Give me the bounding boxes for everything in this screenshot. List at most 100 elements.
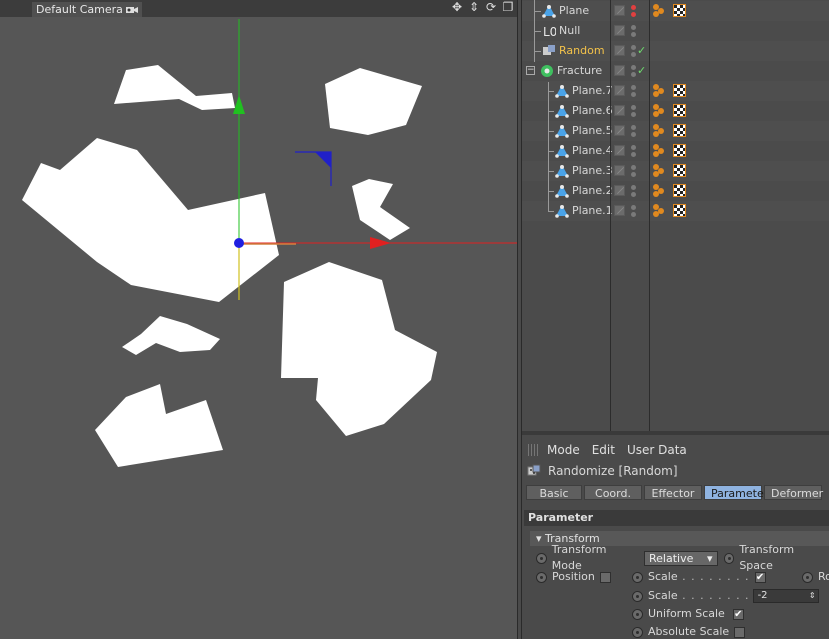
object-row[interactable]: Plane.1 bbox=[522, 201, 829, 221]
tab-deformer[interactable]: Deformer bbox=[764, 485, 823, 500]
viewport[interactable] bbox=[0, 17, 517, 639]
visibility-render-dot[interactable] bbox=[631, 52, 636, 57]
object-row[interactable]: Plane.2 bbox=[522, 181, 829, 201]
object-name[interactable]: Plane.3 bbox=[572, 161, 613, 181]
stepper-arrows-icon[interactable]: ⇕ bbox=[809, 590, 816, 602]
texture-tag-icon[interactable] bbox=[673, 104, 686, 117]
visibility-editor-dot[interactable] bbox=[631, 165, 636, 170]
tab-parameter[interactable]: Parameter bbox=[704, 485, 768, 500]
viewport-scene[interactable] bbox=[0, 17, 517, 639]
phong-tag-icon[interactable] bbox=[653, 4, 666, 17]
animate-radio[interactable] bbox=[802, 571, 813, 583]
collapse-triangle-icon[interactable]: ▾ bbox=[536, 532, 542, 545]
visibility-editor-dot[interactable] bbox=[631, 125, 636, 130]
layer-toggle[interactable] bbox=[614, 145, 625, 156]
texture-tag-icon[interactable] bbox=[673, 124, 686, 137]
fracture-piece[interactable] bbox=[352, 179, 410, 240]
texture-tag-icon[interactable] bbox=[673, 184, 686, 197]
transform-mode-dropdown[interactable]: Relative ▾ bbox=[644, 550, 718, 566]
phong-tag-icon[interactable] bbox=[653, 84, 666, 97]
object-name[interactable]: Null bbox=[559, 21, 580, 41]
visibility-render-dot[interactable] bbox=[631, 92, 636, 97]
object-row[interactable]: − Fracture ✓ bbox=[522, 61, 829, 81]
uniform-scale-checkbox[interactable]: ✔ bbox=[732, 608, 744, 620]
visibility-editor-dot[interactable] bbox=[631, 65, 636, 70]
phong-tag-icon[interactable] bbox=[653, 184, 666, 197]
visibility-editor-dot[interactable] bbox=[631, 85, 636, 90]
visibility-editor-dot[interactable] bbox=[631, 5, 636, 10]
menu-edit[interactable]: Edit bbox=[592, 443, 615, 457]
layer-toggle[interactable] bbox=[614, 65, 625, 76]
absolute-scale-checkbox[interactable] bbox=[734, 626, 746, 638]
tab-effector[interactable]: Effector bbox=[644, 485, 702, 500]
tab-coord[interactable]: Coord. bbox=[584, 485, 642, 500]
enabled-check-icon[interactable]: ✓ bbox=[637, 44, 646, 57]
visibility-editor-dot[interactable] bbox=[631, 145, 636, 150]
layer-toggle[interactable] bbox=[614, 165, 625, 176]
object-name[interactable]: Plane.2 bbox=[572, 181, 613, 201]
visibility-render-dot[interactable] bbox=[631, 172, 636, 177]
visibility-render-dot[interactable] bbox=[631, 112, 636, 117]
camera-label[interactable]: Default Camera bbox=[32, 2, 142, 17]
object-name[interactable]: Plane.5 bbox=[572, 121, 613, 141]
move-view-icon[interactable]: ✥ bbox=[450, 0, 464, 15]
visibility-render-dot[interactable] bbox=[631, 212, 636, 217]
visibility-editor-dot[interactable] bbox=[631, 45, 636, 50]
layer-toggle[interactable] bbox=[614, 185, 625, 196]
animate-radio[interactable] bbox=[536, 552, 547, 564]
scale-value-field[interactable]: -2 ⇕ bbox=[752, 589, 819, 603]
visibility-editor-dot[interactable] bbox=[631, 185, 636, 190]
layer-toggle[interactable] bbox=[614, 25, 625, 36]
object-row[interactable]: Plane.3 bbox=[522, 161, 829, 181]
layer-toggle[interactable] bbox=[614, 45, 625, 56]
object-name[interactable]: Plane.1 bbox=[572, 201, 613, 221]
animate-radio[interactable] bbox=[632, 571, 643, 583]
collapse-toggle-icon[interactable]: − bbox=[526, 66, 535, 75]
object-name[interactable]: Plane.6 bbox=[572, 101, 613, 121]
phong-tag-icon[interactable] bbox=[653, 204, 666, 217]
dolly-icon[interactable]: ⇕ bbox=[467, 0, 481, 15]
phong-tag-icon[interactable] bbox=[653, 144, 666, 157]
object-name[interactable]: Fracture bbox=[557, 61, 602, 81]
fracture-piece[interactable] bbox=[122, 316, 220, 355]
object-name[interactable]: Plane bbox=[559, 1, 589, 21]
layer-toggle[interactable] bbox=[614, 5, 625, 16]
phong-tag-icon[interactable] bbox=[653, 164, 666, 177]
menu-user-data[interactable]: User Data bbox=[627, 443, 687, 457]
visibility-editor-dot[interactable] bbox=[631, 25, 636, 30]
object-row[interactable]: Plane.5 bbox=[522, 121, 829, 141]
animate-radio[interactable] bbox=[536, 571, 547, 583]
object-row[interactable]: Plane.6 bbox=[522, 101, 829, 121]
menu-mode[interactable]: Mode bbox=[547, 443, 580, 457]
layer-toggle[interactable] bbox=[614, 105, 625, 116]
visibility-editor-dot[interactable] bbox=[631, 105, 636, 110]
maximize-icon[interactable]: ❐ bbox=[501, 0, 515, 15]
phong-tag-icon[interactable] bbox=[653, 124, 666, 137]
fracture-piece[interactable] bbox=[114, 65, 235, 110]
texture-tag-icon[interactable] bbox=[673, 164, 686, 177]
object-row[interactable]: Plane bbox=[522, 1, 829, 21]
rotate-view-icon[interactable]: ⟳ bbox=[484, 0, 498, 15]
tab-basic[interactable]: Basic bbox=[526, 485, 582, 500]
object-name[interactable]: Plane.4 bbox=[572, 141, 613, 161]
visibility-render-dot[interactable] bbox=[631, 12, 636, 17]
animate-radio[interactable] bbox=[723, 552, 735, 564]
layer-toggle[interactable] bbox=[614, 125, 625, 136]
object-row[interactable]: Plane.7 bbox=[522, 81, 829, 101]
visibility-render-dot[interactable] bbox=[631, 32, 636, 37]
fracture-piece[interactable] bbox=[22, 138, 279, 302]
visibility-render-dot[interactable] bbox=[631, 72, 636, 77]
layer-toggle[interactable] bbox=[614, 205, 625, 216]
phong-tag-icon[interactable] bbox=[653, 104, 666, 117]
animate-radio[interactable] bbox=[632, 590, 643, 602]
texture-tag-icon[interactable] bbox=[673, 84, 686, 97]
fracture-piece[interactable] bbox=[325, 68, 422, 135]
layer-toggle[interactable] bbox=[614, 85, 625, 96]
enabled-check-icon[interactable]: ✓ bbox=[637, 64, 646, 77]
visibility-render-dot[interactable] bbox=[631, 132, 636, 137]
object-row[interactable]: Random ✓ bbox=[522, 41, 829, 61]
texture-tag-icon[interactable] bbox=[673, 204, 686, 217]
object-row[interactable]: L0 Null bbox=[522, 21, 829, 41]
y-axis-arrow[interactable] bbox=[233, 95, 245, 114]
grip-icon[interactable] bbox=[528, 444, 540, 456]
